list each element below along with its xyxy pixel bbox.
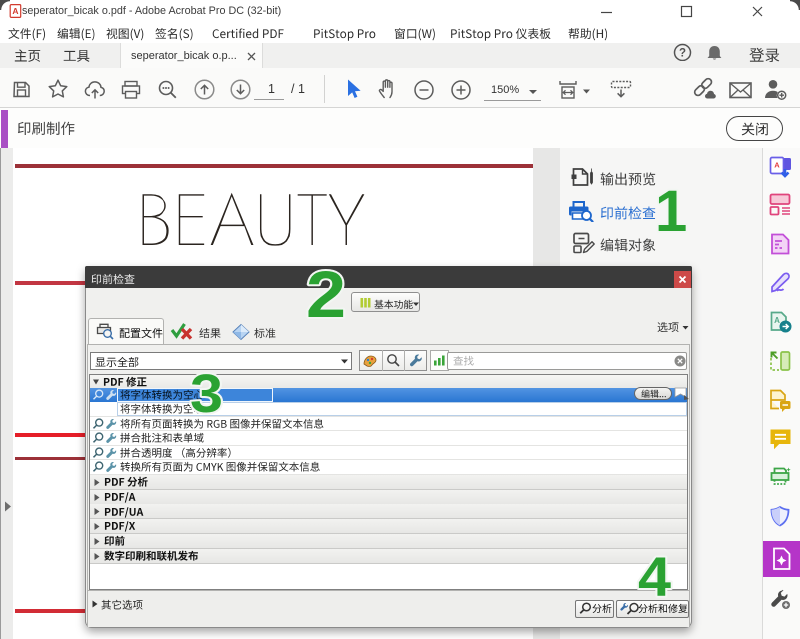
svg-text:3: 3: [190, 364, 223, 424]
svg-text:2: 2: [306, 257, 346, 331]
svg-text:A: A: [774, 161, 780, 170]
svg-text:1: 1: [655, 179, 687, 244]
svg-text:?: ?: [679, 48, 686, 60]
svg-text:A: A: [774, 316, 780, 325]
svg-text:4: 4: [638, 545, 671, 608]
svg-text:A: A: [12, 6, 18, 16]
